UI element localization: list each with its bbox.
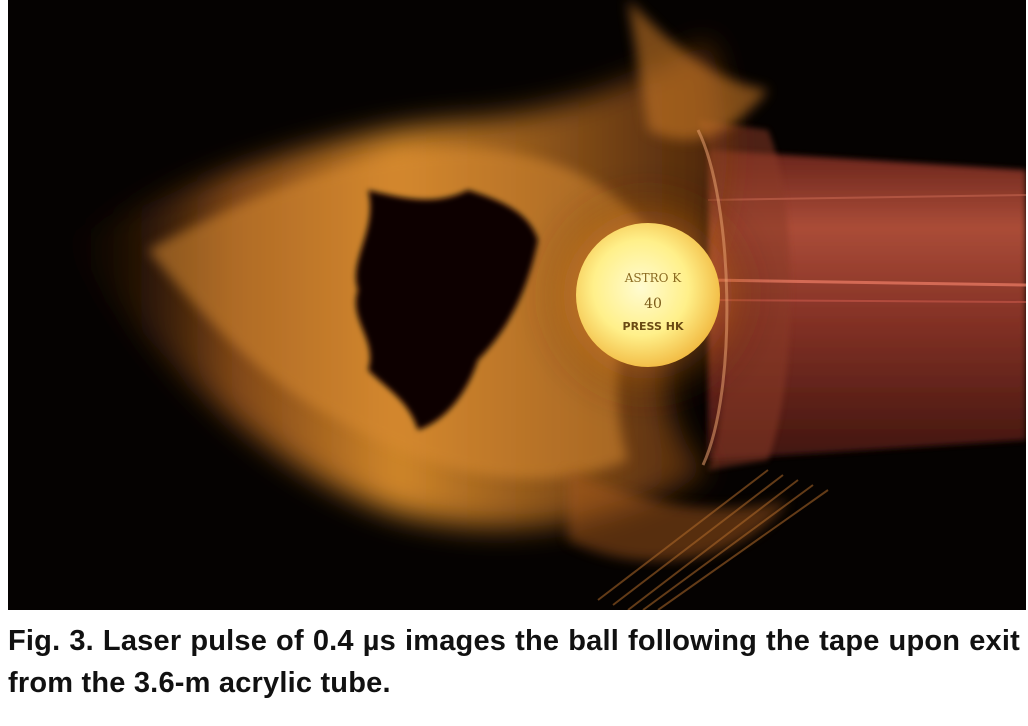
ball-brand-text: ASTRO K [624,271,683,285]
figure-caption: Fig. 3. Laser pulse of 0.4 µs images the… [8,625,1020,699]
ball-maker-text: PRESS HK [623,320,684,333]
ball-number-text: 40 [644,296,662,312]
ping-pong-ball: ASTRO K 40 PRESS HK [576,223,720,367]
photograph: ASTRO K 40 PRESS HK [8,0,1026,610]
laser-photo-illustration: ASTRO K 40 PRESS HK [8,0,1026,610]
